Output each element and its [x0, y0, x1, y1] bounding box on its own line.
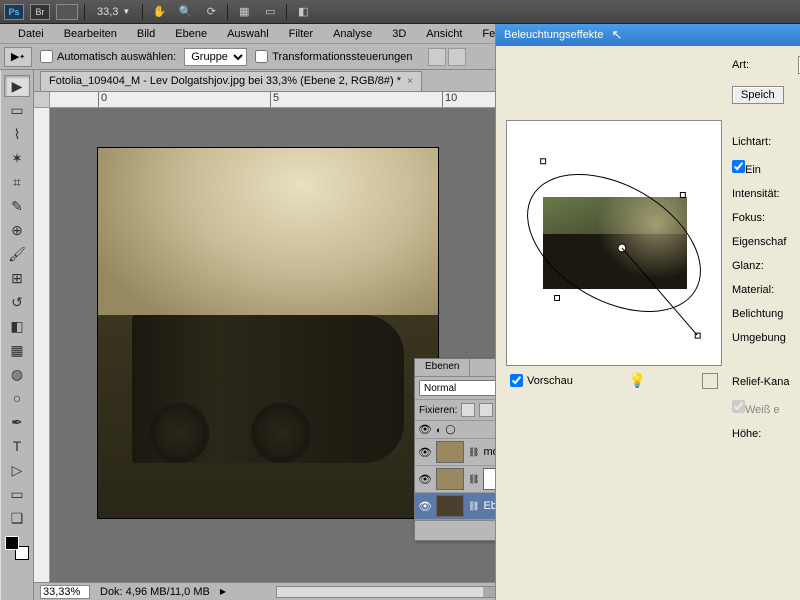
exposure-label: Belichtung — [732, 308, 792, 320]
visibility-icon[interactable]: 👁 — [418, 423, 432, 436]
stamp-tool[interactable]: ⊞ — [4, 267, 30, 289]
3d-tool[interactable]: ❏ — [4, 507, 30, 529]
gloss-label: Glanz: — [732, 260, 792, 272]
document-image — [98, 148, 438, 518]
document-title: Fotolia_109404_M - Lev Dolgatshjov.jpg b… — [49, 75, 401, 87]
heal-tool[interactable]: ⊕ — [4, 219, 30, 241]
light-on-checkbox[interactable]: Ein — [732, 160, 761, 176]
layer-thumbnail — [436, 468, 464, 490]
layers-tab[interactable]: Ebenen — [415, 359, 470, 376]
workspace-dropdown[interactable] — [56, 4, 78, 20]
blur-tool[interactable]: ◍ — [4, 363, 30, 385]
arrange-icon[interactable]: ▦ — [234, 3, 254, 21]
type-tool[interactable]: T — [4, 435, 30, 457]
menu-analysis[interactable]: Analyse — [323, 26, 382, 42]
intensity-label: Intensität: — [732, 188, 792, 200]
texture-channel-label: Relief-Kana — [732, 376, 792, 388]
ruler-vertical[interactable] — [34, 108, 50, 582]
focus-label: Fokus: — [732, 212, 792, 224]
mask-icon: ◯ — [445, 424, 455, 435]
brush-tool[interactable]: 🖌 — [4, 243, 30, 265]
rotate-view-icon[interactable]: ⟳ — [201, 3, 221, 21]
visibility-icon[interactable]: 👁 — [418, 446, 432, 459]
bridge-icon[interactable]: Br — [30, 4, 50, 20]
crop-tool[interactable]: ⌗ — [4, 171, 30, 193]
path-tool[interactable]: ▷ — [4, 459, 30, 481]
lock-transparency-icon[interactable] — [461, 403, 475, 417]
properties-label: Eigenschaf — [732, 236, 792, 248]
align-btn-2[interactable] — [448, 48, 466, 66]
visibility-icon[interactable]: 👁 — [418, 500, 432, 513]
hand-icon[interactable]: ✋ — [149, 3, 169, 21]
wand-tool[interactable]: ✶ — [4, 147, 30, 169]
menu-file[interactable]: Datei — [8, 26, 54, 42]
preview-box[interactable] — [506, 120, 722, 366]
tools-panel: ▶ ▭ ⌇ ✶ ⌗ ✎ ⊕ 🖌 ⊞ ↺ ◧ ▦ ◍ ○ ✒ T ▷ ▭ ❏ — [0, 70, 34, 600]
zoom-field[interactable]: 33,33% — [40, 585, 90, 599]
adjustment-icon: ◐ — [436, 425, 441, 435]
align-btn-1[interactable] — [428, 48, 446, 66]
add-light-icon[interactable]: 💡 — [629, 372, 646, 389]
style-label: Art: — [732, 59, 792, 71]
lock-label: Fixieren: — [419, 405, 457, 416]
menu-select[interactable]: Auswahl — [217, 26, 279, 42]
white-high-checkbox[interactable]: Weiß e — [732, 400, 780, 416]
gradient-tool[interactable]: ▦ — [4, 339, 30, 361]
close-tab-icon[interactable]: × — [407, 76, 413, 87]
delete-light-icon[interactable] — [702, 373, 718, 389]
marquee-tool[interactable]: ▭ — [4, 99, 30, 121]
height-label: Höhe: — [732, 428, 792, 440]
zoom-icon[interactable]: 🔍 — [175, 3, 195, 21]
current-tool-icon[interactable]: ▶✦ — [4, 47, 32, 67]
auto-select-checkbox[interactable]: Automatisch auswählen: — [40, 50, 176, 63]
lock-pixels-icon[interactable] — [479, 403, 493, 417]
lighting-effects-dialog: Beleuchtungseffekte ↖ — [495, 24, 800, 600]
preview-checkbox[interactable]: Vorschau — [510, 374, 573, 387]
doc-info-menu-icon[interactable]: ▶ — [220, 587, 226, 596]
eraser-tool[interactable]: ◧ — [4, 315, 30, 337]
menu-view[interactable]: Ansicht — [416, 26, 472, 42]
menu-layer[interactable]: Ebene — [165, 26, 217, 42]
ambience-label: Umgebung — [732, 332, 792, 344]
transform-controls-checkbox[interactable]: Transformationssteuerungen — [255, 50, 412, 63]
dialog-title: Beleuchtungseffekte — [504, 29, 603, 41]
app-topbar: Ps Br 33,3▼ ✋ 🔍 ⟳ ▦ ▭ ◧ — [0, 0, 800, 24]
save-button[interactable]: Speich — [732, 86, 784, 104]
material-label: Material: — [732, 284, 792, 296]
doc-info: Dok: 4,96 MB/11,0 MB — [100, 586, 210, 598]
menu-edit[interactable]: Bearbeiten — [54, 26, 127, 42]
lasso-tool[interactable]: ⌇ — [4, 123, 30, 145]
shape-tool[interactable]: ▭ — [4, 483, 30, 505]
screenmode-icon[interactable]: ▭ — [260, 3, 280, 21]
history-brush-tool[interactable]: ↺ — [4, 291, 30, 313]
light-type-label: Lichtart: — [732, 136, 792, 148]
eyedropper-tool[interactable]: ✎ — [4, 195, 30, 217]
document-tab[interactable]: Fotolia_109404_M - Lev Dolgatshjov.jpg b… — [40, 71, 422, 91]
light-ellipse[interactable] — [507, 121, 721, 365]
auto-select-target[interactable]: Gruppe — [184, 48, 247, 66]
pen-tool[interactable]: ✒ — [4, 411, 30, 433]
ruler-origin[interactable] — [34, 92, 50, 108]
color-swatch[interactable] — [5, 536, 29, 560]
move-tool[interactable]: ▶ — [4, 75, 30, 97]
cursor-icon: ↖ — [611, 27, 622, 43]
extras-icon[interactable]: ◧ — [293, 3, 313, 21]
layer-thumbnail — [436, 441, 464, 463]
dodge-tool[interactable]: ○ — [4, 387, 30, 409]
layer-thumbnail — [436, 495, 464, 517]
dialog-titlebar[interactable]: Beleuchtungseffekte ↖ — [496, 24, 800, 46]
menu-image[interactable]: Bild — [127, 26, 165, 42]
zoom-readout[interactable]: 33,3▼ — [91, 6, 136, 18]
photoshop-icon[interactable]: Ps — [4, 4, 24, 20]
visibility-icon[interactable]: 👁 — [418, 473, 432, 486]
menu-filter[interactable]: Filter — [279, 26, 323, 42]
menu-3d[interactable]: 3D — [382, 26, 416, 42]
